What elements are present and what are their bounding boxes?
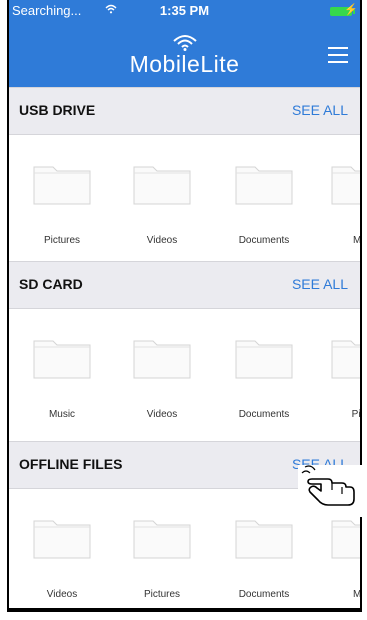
folder-icon	[133, 520, 191, 559]
folder-icon	[235, 520, 293, 559]
charging-icon: ⚡	[344, 4, 358, 16]
folder-label: Videos	[146, 235, 178, 246]
status-bar: Searching... 1:35 PM ⚡	[9, 0, 360, 26]
folder-item[interactable]: Documents	[231, 163, 297, 246]
section-title: USB DRIVE	[19, 102, 96, 118]
menu-icon[interactable]	[328, 47, 348, 63]
app-header: Searching... 1:35 PM ⚡ MobileLite	[9, 0, 360, 87]
see-all-button[interactable]: SEE ALL	[292, 276, 348, 292]
see-all-button[interactable]: SEE ALL	[292, 102, 348, 118]
pointer-hand-icon	[298, 465, 364, 517]
folder-item[interactable]: Mu	[327, 163, 362, 246]
folder-item[interactable]: Music	[29, 337, 95, 420]
folder-icon	[133, 340, 191, 379]
folder-icon	[33, 166, 91, 205]
app-screen: Searching... 1:35 PM ⚡ MobileLite USB DR…	[7, 0, 362, 612]
folder-item[interactable]: Videos	[29, 517, 95, 600]
section-header-usb-drive: USB DRIVE SEE ALL	[9, 87, 360, 135]
app-logo: MobileLite	[9, 33, 360, 78]
folder-icon	[331, 520, 360, 559]
folder-row-sd-card: Music Videos Documents Pict	[9, 309, 360, 441]
folder-item[interactable]: Documents	[231, 337, 297, 420]
folder-label: Music	[48, 409, 76, 420]
wifi-logo-icon	[172, 35, 197, 51]
app-name: MobileLite	[129, 51, 240, 77]
folder-item[interactable]: Videos	[129, 337, 195, 420]
folder-row-usb-drive: Pictures Videos Documents Mu	[9, 135, 360, 267]
folder-icon	[33, 520, 91, 559]
folder-icon	[33, 340, 91, 379]
folder-label: Pictures	[43, 235, 81, 246]
folder-icon	[235, 166, 293, 205]
folder-item[interactable]: Documents	[231, 517, 297, 600]
section-title: OFFLINE FILES	[19, 456, 123, 472]
section-title: SD CARD	[19, 276, 83, 292]
folder-item[interactable]: Videos	[129, 163, 195, 246]
folder-icon	[133, 166, 191, 205]
clock: 1:35 PM	[159, 3, 210, 18]
folder-label: Mu	[353, 235, 362, 246]
folder-item[interactable]: Pictures	[129, 517, 195, 600]
folder-item[interactable]: Pictures	[29, 163, 95, 246]
folder-label: Videos	[46, 589, 78, 600]
folder-label: Pict	[351, 409, 361, 420]
folder-label: Videos	[146, 409, 178, 420]
folder-icon	[331, 166, 360, 205]
folder-label: Mu	[353, 589, 362, 600]
folder-label: Documents	[238, 235, 290, 246]
folder-icon	[331, 340, 360, 379]
section-header-sd-card: SD CARD SEE ALL	[9, 261, 360, 309]
folder-item[interactable]: Pict	[327, 337, 361, 420]
folder-item[interactable]: Mu	[327, 517, 362, 600]
folder-icon	[235, 340, 293, 379]
folder-label: Pictures	[143, 589, 181, 600]
folder-label: Documents	[238, 409, 290, 420]
folder-label: Documents	[238, 589, 290, 600]
